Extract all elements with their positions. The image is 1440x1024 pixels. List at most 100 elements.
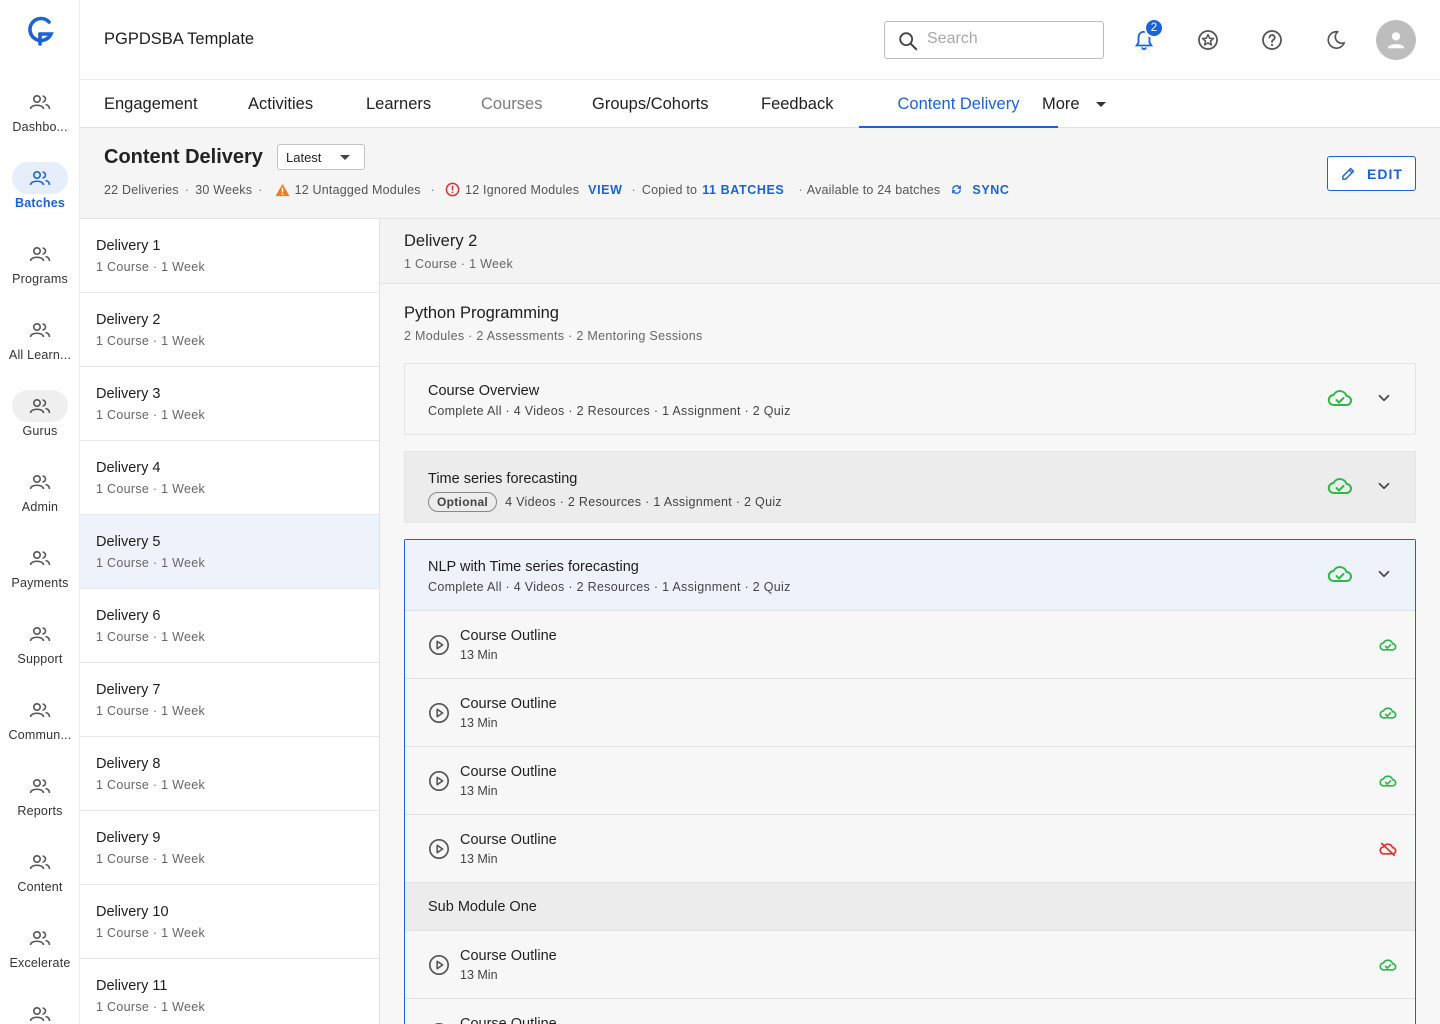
delivery-meta: 1 Course · 1 Week <box>96 1000 206 1014</box>
cloud-synced-icon <box>1327 388 1353 408</box>
delivery-list-item[interactable]: Delivery 7 1 Course · 1 Week <box>80 663 379 737</box>
delivery-name: Delivery 6 <box>96 608 161 624</box>
sidebar-item[interactable]: Batches <box>0 162 80 232</box>
view-ignored-link[interactable]: VIEW <box>588 183 622 197</box>
module-meta-row: Optional 4 Videos · 2 Resources · 1 Assi… <box>428 492 782 512</box>
resource-row[interactable]: Course Outline 13 Min <box>405 931 1415 999</box>
delivery-name: Delivery 7 <box>96 682 161 698</box>
chevron-down-icon[interactable] <box>1375 565 1393 583</box>
available-batches: Available to 24 batches <box>806 182 941 197</box>
tab[interactable]: More <box>1042 80 1112 128</box>
edit-button[interactable]: EDIT <box>1327 156 1416 191</box>
page-title: Content Delivery <box>104 146 263 168</box>
sync-link[interactable]: SYNC <box>972 183 1009 197</box>
left-navigation-rail: Dashbo... Batches Programs All Learn... Guru… <box>0 0 80 1024</box>
people-icon <box>29 322 51 338</box>
delivery-list-item[interactable]: Delivery 5 1 Course · 1 Week <box>80 515 379 589</box>
avatar[interactable] <box>1376 20 1416 60</box>
chevron-down-icon[interactable] <box>1375 477 1393 495</box>
delivery-detail-title: Delivery 2 <box>404 232 478 250</box>
play-circle-icon <box>428 838 450 860</box>
sidebar-item[interactable]: Content <box>0 846 80 916</box>
submodule-header: Sub Module One <box>405 883 1415 931</box>
people-icon <box>29 474 51 490</box>
caret-down-icon <box>1095 102 1106 108</box>
resource-row[interactable]: Course Outline 13 Min <box>405 815 1415 883</box>
people-icon <box>29 626 51 642</box>
sidebar-item[interactable]: All Learn... <box>0 314 80 384</box>
sidebar-item[interactable]: Payments <box>0 542 80 612</box>
delivery-name: Delivery 3 <box>96 386 161 402</box>
tab-label: Feedback <box>761 95 834 113</box>
cloud-synced-icon <box>1327 476 1353 496</box>
tab-label: Learners <box>366 95 432 113</box>
delivery-list-item[interactable]: Delivery 3 1 Course · 1 Week <box>80 367 379 441</box>
resource-row[interactable]: Course Outline 13 Min <box>405 747 1415 815</box>
sidebar-item[interactable] <box>0 998 80 1024</box>
delivery-list-item[interactable]: Delivery 2 1 Course · 1 Week <box>80 293 379 367</box>
sidebar-item-label: Admin <box>21 500 59 514</box>
resource-row[interactable]: Course Outline 13 Min <box>405 679 1415 747</box>
sidebar-item[interactable]: Admin <box>0 466 80 536</box>
resource-duration: 13 Min <box>460 648 498 662</box>
cloud-synced-icon <box>1379 958 1397 972</box>
delivery-name: Delivery 8 <box>96 756 161 772</box>
people-icon <box>29 702 51 718</box>
tab[interactable]: Groups/Cohorts <box>592 80 713 128</box>
sidebar-item[interactable]: Commun... <box>0 694 80 764</box>
resource-row[interactable]: Course Outline 13 Min <box>405 611 1415 679</box>
tab[interactable]: Content Delivery <box>859 80 1058 128</box>
delivery-list-item[interactable]: Delivery 11 1 Course · 1 Week <box>80 959 379 1024</box>
resource-row[interactable]: Course Outline <box>405 999 1415 1024</box>
sidebar-item[interactable]: Gurus <box>0 390 80 460</box>
delivery-list-item[interactable]: Delivery 10 1 Course · 1 Week <box>80 885 379 959</box>
caret-down-icon <box>340 155 350 160</box>
delivery-list-item[interactable]: Delivery 1 1 Course · 1 Week <box>80 219 379 293</box>
delivery-name: Delivery 11 <box>96 978 168 994</box>
notifications-button[interactable]: 2 <box>1130 18 1164 54</box>
sidebar-item[interactable]: Reports <box>0 770 80 840</box>
sidebar-item[interactable]: Excelerate <box>0 922 80 992</box>
tab[interactable]: Learners <box>366 80 434 128</box>
sync-icon[interactable] <box>949 182 964 197</box>
g-logo-icon[interactable] <box>26 14 54 48</box>
deliveries-count: 22 Deliveries <box>104 182 179 197</box>
sidebar-item[interactable]: Support <box>0 618 80 688</box>
expanded-module-header[interactable]: NLP with Time series forecasting Complet… <box>405 540 1415 611</box>
sidebar-item-label: Support <box>17 652 63 666</box>
module-card[interactable]: Course Overview Complete All · 4 Videos … <box>404 363 1416 435</box>
tab[interactable]: Feedback <box>761 80 835 128</box>
achievements-button[interactable] <box>1194 26 1222 54</box>
tab-label: Content Delivery <box>897 95 1020 113</box>
delivery-list-item[interactable]: Delivery 9 1 Course · 1 Week <box>80 811 379 885</box>
search-box[interactable] <box>884 21 1104 59</box>
sidebar-item[interactable]: Programs <box>0 238 80 308</box>
module-meta: Complete All · 4 Videos · 2 Resources · … <box>428 580 791 594</box>
tab[interactable]: Engagement <box>104 80 200 128</box>
chevron-down-icon[interactable] <box>1375 389 1393 407</box>
version-select[interactable]: Latest <box>277 144 365 170</box>
copied-batches-link[interactable]: 11 BATCHES <box>702 183 784 197</box>
play-circle-icon <box>428 634 450 656</box>
tab[interactable]: Activities <box>248 80 322 128</box>
sidebar-item[interactable]: Dashbo... <box>0 86 80 156</box>
delivery-meta: 1 Course · 1 Week <box>96 260 206 274</box>
cloud-synced-icon <box>1379 774 1397 788</box>
copied-to-label: Copied to <box>641 182 698 197</box>
delivery-meta: 1 Course · 1 Week <box>96 704 206 718</box>
module-card[interactable]: Time series forecasting Optional 4 Video… <box>404 451 1416 523</box>
tab-label: Groups/Cohorts <box>592 95 709 113</box>
delivery-name: Delivery 5 <box>96 534 161 550</box>
cloud-off-icon <box>1379 842 1397 856</box>
notification-count-badge: 2 <box>1144 18 1164 38</box>
search-input[interactable] <box>927 30 1087 48</box>
section-tabs: Engagement Activities Learners Courses Group… <box>80 80 1440 128</box>
module-title: Course Overview <box>428 383 540 399</box>
delivery-list-item[interactable]: Delivery 6 1 Course · 1 Week <box>80 589 379 663</box>
delivery-name: Delivery 1 <box>96 238 161 254</box>
delivery-list-item[interactable]: Delivery 4 1 Course · 1 Week <box>80 441 379 515</box>
delivery-name: Delivery 2 <box>96 312 161 328</box>
help-button[interactable] <box>1258 26 1286 54</box>
delivery-list-item[interactable]: Delivery 8 1 Course · 1 Week <box>80 737 379 811</box>
dark-mode-toggle[interactable] <box>1322 26 1350 54</box>
